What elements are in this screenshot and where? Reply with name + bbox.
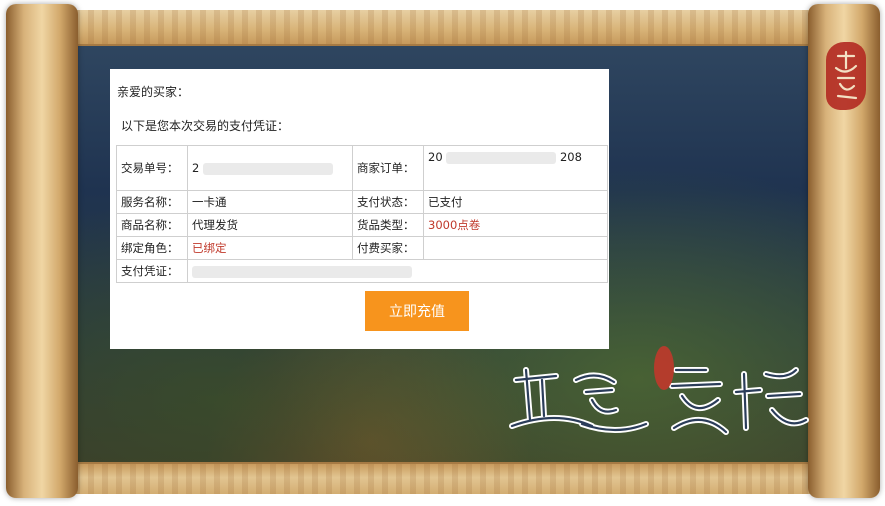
table-row: 支付凭证： <box>116 259 608 283</box>
transaction-id-text: 2 <box>192 161 200 175</box>
table-row: 服务名称： 一卡通 支付状态： 已支付 <box>116 190 608 214</box>
goods-type-label: 货品类型： <box>352 213 424 237</box>
recharge-now-button[interactable]: 立即充值 <box>365 291 469 331</box>
service-name-label: 服务名称： <box>116 190 188 214</box>
payment-status-label: 支付状态： <box>352 190 424 214</box>
scroll-top-band <box>60 10 830 46</box>
goods-type-value: 3000点卷 <box>423 213 608 237</box>
scroll-left-roller <box>6 4 78 498</box>
payment-receipt-card: 亲爱的买家： 以下是您本次交易的支付凭证： 交易单号： 2 商家订单： 20 2… <box>110 69 609 349</box>
product-name-value: 代理发货 <box>187 213 353 237</box>
table-row: 交易单号： 2 商家订单： 20 208 <box>116 145 608 191</box>
table-row: 绑定角色： 已绑定 付费买家： <box>116 236 608 260</box>
paying-buyer-label: 付费买家： <box>352 236 424 260</box>
redacted-value <box>202 162 333 175</box>
service-name-value: 一卡通 <box>187 190 353 214</box>
merchant-order-suffix: 208 <box>559 150 582 164</box>
greeting-text: 亲爱的买家： <box>117 85 190 99</box>
bound-role-value: 已绑定 <box>187 236 353 260</box>
payment-voucher-value <box>187 259 608 283</box>
table-row: 商品名称： 代理发货 货品类型： 3000点卷 <box>116 213 608 237</box>
transaction-id-value: 2 <box>187 145 353 191</box>
bound-role-label: 绑定角色： <box>116 236 188 260</box>
paying-buyer-value <box>423 236 608 260</box>
receipt-subtitle: 以下是您本次交易的支付凭证： <box>121 119 290 133</box>
red-seal-icon <box>826 42 866 110</box>
product-name-label: 商品名称： <box>116 213 188 237</box>
scroll-bottom-band <box>60 462 830 494</box>
merchant-order-label: 商家订单： <box>352 145 424 191</box>
game-logo <box>496 340 818 450</box>
redacted-value <box>192 265 412 278</box>
receipt-table: 交易单号： 2 商家订单： 20 208 服务名称： 一卡通 支付状态： 已支付… <box>116 145 608 283</box>
payment-status-value: 已支付 <box>423 190 608 214</box>
merchant-order-prefix: 20 <box>428 150 443 164</box>
payment-voucher-label: 支付凭证： <box>116 259 188 283</box>
transaction-id-label: 交易单号： <box>116 145 188 191</box>
redacted-value <box>446 151 557 164</box>
merchant-order-value: 20 208 <box>423 145 608 191</box>
